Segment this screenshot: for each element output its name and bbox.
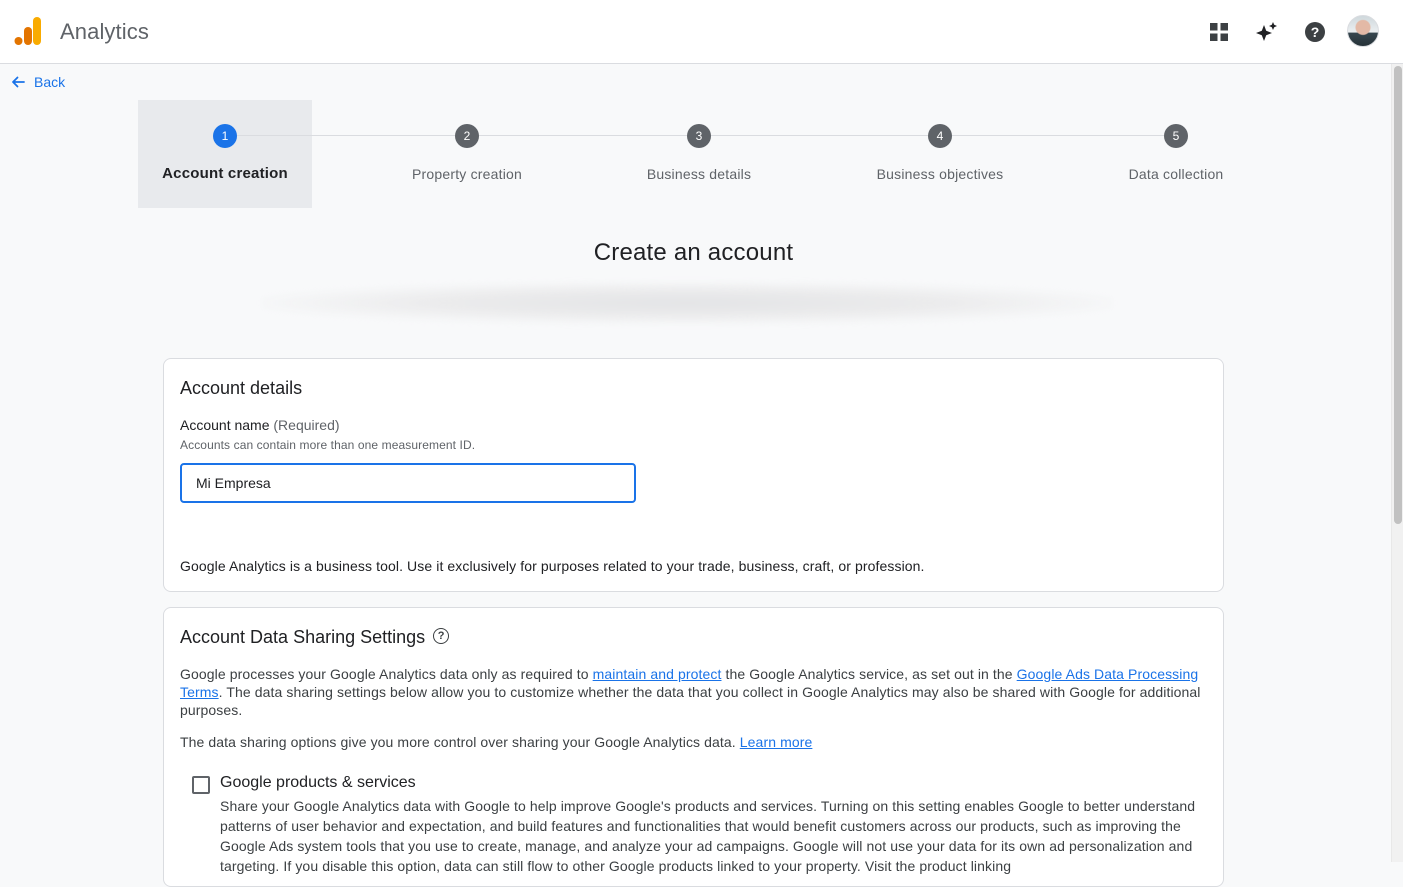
step-connector <box>952 135 1164 136</box>
sparkle-icon[interactable] <box>1251 16 1283 48</box>
svg-text:?: ? <box>1311 24 1320 40</box>
para2-text: The data sharing options give you more c… <box>180 734 740 750</box>
scrollbar[interactable] <box>1391 64 1403 862</box>
active-step-highlight <box>138 100 312 208</box>
back-label: Back <box>34 74 66 90</box>
data-sharing-title-text: Account Data Sharing Settings <box>180 627 426 647</box>
step-3-label: Business details <box>646 166 752 182</box>
app-title: Analytics <box>60 19 149 44</box>
step-connector <box>237 135 455 136</box>
arrow-back-icon <box>12 76 25 88</box>
google-products-checkbox[interactable] <box>192 776 210 794</box>
page-title: Create an account <box>593 239 794 266</box>
help-icon[interactable]: ? <box>1299 16 1331 48</box>
maintain-and-protect-link[interactable]: maintain and protect <box>593 666 722 682</box>
google-products-description: Share your Google Analytics data with Go… <box>220 798 1196 874</box>
step-1-number: 1 <box>213 124 237 148</box>
step-5-number: 5 <box>1164 124 1188 148</box>
data-sharing-options-paragraph: The data sharing options give you more c… <box>180 733 812 751</box>
analytics-bars-icon[interactable] <box>14 16 42 46</box>
data-sharing-card: Account Data Sharing Settings? Google pr… <box>163 607 1224 887</box>
scrollbar-thumb[interactable] <box>1394 66 1402 524</box>
top-app-bar: Analytics ? <box>0 0 1403 64</box>
account-details-title: Account details <box>180 378 303 398</box>
account-name-label-text: Account name <box>180 417 270 433</box>
learn-more-link[interactable]: Learn more <box>740 734 813 750</box>
back-button[interactable]: Back <box>10 72 65 92</box>
required-indicator: (Required) <box>273 417 340 433</box>
step-2-label: Property creation <box>411 166 523 182</box>
business-tool-disclaimer: Google Analytics is a business tool. Use… <box>180 558 925 574</box>
step-1-label: Account creation <box>162 165 288 182</box>
data-sharing-paragraph: Google processes your Google Analytics d… <box>180 665 1210 719</box>
step-4-label: Business objectives <box>876 166 1004 182</box>
step-connector <box>711 135 928 136</box>
step-3-number: 3 <box>687 124 711 148</box>
avatar[interactable] <box>1347 15 1379 47</box>
step-5-label: Data collection <box>1128 166 1224 182</box>
step-connector <box>479 135 687 136</box>
account-name-input[interactable] <box>180 463 636 503</box>
blurred-placeholder <box>262 282 1112 324</box>
apps-grid-icon[interactable] <box>1203 16 1235 48</box>
stepper: 1 2 3 4 5 Account creation Property crea… <box>138 100 1238 208</box>
account-details-card: Account details Account name (Required) … <box>163 358 1224 592</box>
account-name-hint: Accounts can contain more than one measu… <box>180 438 476 452</box>
para1-part3: . The data sharing settings below allow … <box>180 684 1201 718</box>
data-sharing-title: Account Data Sharing Settings? <box>180 627 450 648</box>
account-name-label: Account name (Required) <box>180 417 340 433</box>
step-2-number: 2 <box>455 124 479 148</box>
para1-part2: the Google Analytics service, as set out… <box>721 666 1017 682</box>
google-products-title: Google products & services <box>220 774 416 791</box>
step-4-number: 4 <box>928 124 952 148</box>
help-circle-icon[interactable]: ? <box>433 628 450 645</box>
para1-part1: Google processes your Google Analytics d… <box>180 666 593 682</box>
